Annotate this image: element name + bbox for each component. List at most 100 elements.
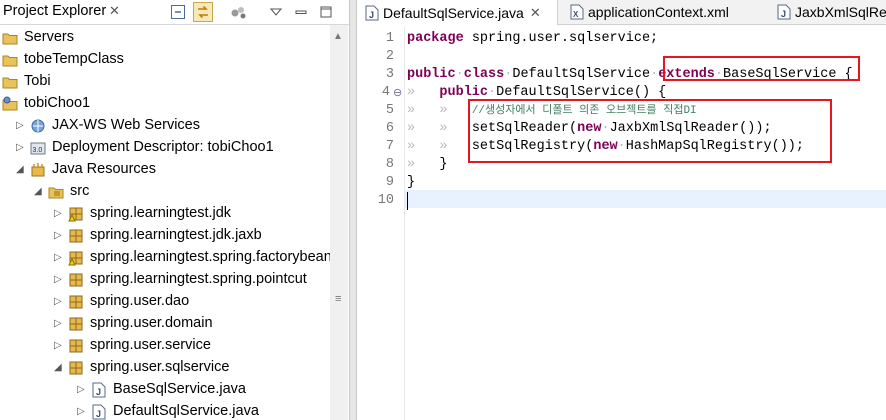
tree-item[interactable]: tobiChoo1: [0, 93, 328, 115]
java-file-icon: J: [777, 4, 791, 20]
view-sash[interactable]: [349, 0, 357, 420]
tree-item[interactable]: ▷ J DefaultSqlService.java: [0, 401, 328, 420]
tree-item-label: DefaultSqlService.java: [113, 403, 259, 419]
tree-item[interactable]: ◢ src: [0, 181, 328, 203]
project-explorer-close-icon[interactable]: ✕: [109, 3, 120, 19]
project-explorer-header: Project Explorer ✕: [0, 0, 349, 24]
expand-arrow-icon[interactable]: ▷: [54, 208, 64, 220]
maximize-icon[interactable]: [316, 2, 336, 22]
expand-arrow-icon[interactable]: ▷: [54, 274, 64, 286]
svg-text:J: J: [96, 387, 101, 397]
tab-label: applicationContext.xml: [588, 4, 729, 20]
tree-item[interactable]: ▷ spring.learningtest.spring.factorybean: [0, 247, 332, 269]
line-number: 4: [381, 85, 390, 100]
tree-item-label: Servers: [24, 29, 74, 45]
tree-item[interactable]: ◢ Java Resources: [0, 159, 328, 181]
tree-item-label: Deployment Descriptor: tobiChoo1: [52, 139, 274, 155]
package-icon: [68, 228, 84, 244]
line-number: 3: [385, 67, 394, 82]
folder-icon: [2, 52, 18, 68]
collapse-arrow-icon[interactable]: ◢: [16, 164, 26, 176]
tree-item-label: BaseSqlService.java: [113, 381, 246, 397]
tree-item[interactable]: ▷ spring.learningtest.jdk.jaxb: [0, 225, 328, 247]
minimize-icon[interactable]: [291, 2, 311, 22]
code-line-1: package spring.user.sqlservice;: [407, 30, 658, 48]
tree-item-label: Java Resources: [52, 161, 156, 177]
expand-arrow-icon[interactable]: ▷: [54, 230, 64, 242]
tree-item[interactable]: ▷ spring.user.service: [0, 335, 328, 357]
folder-icon: [2, 30, 18, 46]
web-project-icon: [2, 96, 18, 112]
tree-item-label: spring.learningtest.jdk.jaxb: [90, 227, 262, 243]
explorer-header-divider: [0, 24, 349, 25]
tab-applicationcontext[interactable]: X applicationContext.xml: [562, 0, 762, 24]
editor-tab-bar: J DefaultSqlService.java ✕ X application…: [357, 0, 886, 25]
expand-arrow-icon[interactable]: ▷: [77, 384, 87, 396]
tree-item[interactable]: ▷ spring.user.dao: [0, 291, 328, 313]
line-number: 1: [385, 31, 394, 46]
project-explorer: Project Explorer ✕ Servers tobeTempClass T…: [0, 0, 349, 420]
explorer-scrollbar[interactable]: ▲ ≡: [330, 25, 348, 420]
java-elements-filter-icon[interactable]: [229, 2, 249, 22]
line-number: 8: [385, 157, 394, 172]
tree-item-label: spring.learningtest.spring.pointcut: [90, 271, 307, 287]
keyword-package: package: [407, 31, 464, 46]
svg-text:J: J: [369, 10, 374, 20]
tree-item[interactable]: ▷ spring.learningtest.jdk: [0, 203, 328, 225]
expand-arrow-icon[interactable]: ▷: [77, 406, 87, 418]
java-file-icon: J: [91, 382, 107, 398]
expand-arrow-icon[interactable]: ▷: [54, 252, 64, 264]
extends-highlight-box: [663, 56, 860, 81]
tree-item[interactable]: ▷ 3.0 Deployment Descriptor: tobiChoo1: [0, 137, 328, 159]
package-warning-icon: [68, 250, 84, 266]
scroll-thumb-grip[interactable]: ≡: [335, 293, 341, 305]
package-icon: [68, 316, 84, 332]
tree-item[interactable]: Servers: [0, 27, 328, 49]
expand-arrow-icon[interactable]: ▷: [16, 120, 26, 132]
constructor-declaration: DefaultSqlService() {: [496, 85, 667, 100]
code-line-8: » }: [407, 157, 448, 172]
tab-jaxbxmlsqlreader[interactable]: J JaxbXmlSqlRe: [769, 0, 886, 24]
tree-item[interactable]: ▷ spring.user.domain: [0, 313, 328, 335]
tree-item-label: src: [70, 183, 90, 199]
tab-close-icon[interactable]: ✕: [530, 5, 541, 21]
svg-text:J: J: [781, 9, 786, 19]
tree-item[interactable]: ▷ J BaseSqlService.java: [0, 379, 328, 401]
override-marker-icon[interactable]: ⊖: [393, 84, 403, 102]
expand-arrow-icon[interactable]: ▷: [16, 142, 26, 154]
svg-text:3.0: 3.0: [33, 147, 43, 154]
tab-defaultsqlservice[interactable]: J DefaultSqlService.java ✕: [357, 0, 558, 25]
svg-text:J: J: [96, 409, 101, 419]
expand-arrow-icon[interactable]: ▷: [54, 318, 64, 330]
package-warning-icon: [68, 206, 84, 222]
collapse-arrow-icon[interactable]: ◢: [34, 186, 44, 198]
expand-arrow-icon[interactable]: ▷: [54, 340, 64, 352]
line-number: 10: [377, 193, 394, 208]
tab-label: JaxbXmlSqlRe: [795, 4, 886, 20]
tree-item-label: spring.user.dao: [90, 293, 190, 309]
text-caret: [407, 192, 408, 210]
tree-item[interactable]: tobeTempClass: [0, 49, 328, 71]
line-number: 5: [385, 103, 394, 118]
scroll-up-arrow-icon[interactable]: ▲: [333, 31, 343, 42]
link-with-editor-icon[interactable]: [193, 2, 213, 22]
collapse-all-icon[interactable]: [168, 2, 188, 22]
tree-item-label: tobeTempClass: [24, 51, 124, 67]
tree-item-label: spring.user.sqlservice: [90, 359, 230, 375]
tree-item[interactable]: ◢ spring.user.sqlservice: [0, 357, 328, 379]
tree-item-label: spring.user.service: [90, 337, 211, 353]
svg-text:X: X: [573, 10, 579, 19]
keyword-public: public: [407, 67, 456, 82]
expand-arrow-icon[interactable]: ▷: [54, 296, 64, 308]
tree-item[interactable]: ▷ JAX-WS Web Services: [0, 115, 328, 137]
close-brace: }: [407, 175, 416, 190]
package-icon: [68, 338, 84, 354]
tree-item[interactable]: ▷ spring.learningtest.spring.pointcut: [0, 269, 328, 291]
view-menu-icon[interactable]: [266, 2, 286, 22]
java-file-icon: J: [365, 5, 379, 21]
package-icon: [68, 272, 84, 288]
tree-item-label: spring.learningtest.jdk: [90, 205, 232, 221]
tree-item[interactable]: Tobi: [0, 71, 328, 93]
tree-item-label: spring.user.domain: [90, 315, 213, 331]
collapse-arrow-icon[interactable]: ◢: [54, 362, 64, 374]
